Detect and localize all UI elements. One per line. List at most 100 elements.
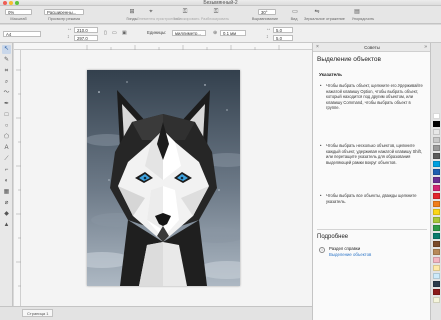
crop-tool-icon[interactable]: ⌗ bbox=[2, 67, 11, 76]
text-tool-icon[interactable]: A bbox=[2, 144, 11, 153]
tip-text: Чтобы выбрать все объекты, дважды щелкни… bbox=[326, 193, 417, 204]
main-toolbar: 0% Расширенны... ⊞ ⌖ ⚿ ⚿ 30° ▭ ⇋ ▤ Масшт… bbox=[0, 6, 441, 24]
polygon-tool-icon[interactable]: ⬠ bbox=[2, 133, 11, 142]
color-swatch[interactable] bbox=[433, 297, 440, 303]
docker-header: × Советы » bbox=[313, 43, 431, 52]
nudge-field[interactable]: 0,1 мм bbox=[220, 30, 246, 36]
pick-tool-icon[interactable]: ↖ bbox=[2, 45, 11, 54]
bullet-icon: • bbox=[320, 83, 322, 88]
color-swatch[interactable] bbox=[433, 161, 440, 167]
shape-tool-icon[interactable]: ✎ bbox=[2, 56, 11, 65]
color-swatch[interactable] bbox=[433, 281, 440, 287]
arrange-icon[interactable]: ▤ bbox=[352, 9, 362, 16]
unlock-icon[interactable]: ⚿ bbox=[211, 9, 221, 16]
scale-label: Масштаб bbox=[10, 17, 27, 21]
smart-fill-tool-icon[interactable]: ▲ bbox=[2, 221, 11, 230]
color-swatch[interactable] bbox=[433, 121, 440, 127]
height-icon: ↕ bbox=[67, 34, 70, 40]
help-title: Раздел справки bbox=[329, 246, 361, 251]
height-field[interactable]: 297,0 bbox=[74, 35, 98, 41]
view-mode-label: Просмотр режима bbox=[48, 17, 80, 21]
color-swatch[interactable] bbox=[433, 249, 440, 255]
color-swatch[interactable] bbox=[433, 289, 440, 295]
snap-label: Элементы пристроенные bbox=[137, 17, 182, 21]
all-pages-icon[interactable]: ▣ bbox=[122, 30, 127, 36]
color-swatch[interactable] bbox=[433, 201, 440, 207]
page-size-combo[interactable]: A4 bbox=[3, 31, 41, 37]
bullet-icon: • bbox=[320, 193, 322, 198]
units-combo[interactable]: миллиметр... bbox=[172, 30, 206, 36]
dup-x-icon: ↔ bbox=[266, 26, 271, 32]
page-tab[interactable]: Страница 1 bbox=[22, 309, 54, 317]
tip-item: • Чтобы выбрать все объекты, дважды щелк… bbox=[319, 193, 423, 204]
color-swatch[interactable] bbox=[433, 113, 440, 119]
husky-artwork[interactable] bbox=[87, 70, 240, 286]
property-bar: A4 ↔ 210,0 ↕ 297,0 ▯ ▭ ▣ Единицы: миллим… bbox=[0, 25, 441, 43]
landscape-icon[interactable]: ▭ bbox=[112, 30, 117, 36]
lock-icon[interactable]: ⚿ bbox=[180, 9, 190, 16]
arrange-label: Упорядочить bbox=[351, 17, 375, 21]
unlock-label: Разблокировать bbox=[200, 17, 230, 21]
help-link[interactable]: Выделение объектов bbox=[329, 252, 371, 257]
blend-tool-icon[interactable]: ◐ bbox=[2, 177, 11, 186]
mirror-label: Зеркальное отражение bbox=[304, 17, 345, 21]
horizontal-ruler[interactable] bbox=[14, 43, 312, 50]
tip-text: Чтобы выбрать объект, щелкните его.Удерж… bbox=[326, 83, 423, 111]
bullet-icon: • bbox=[320, 143, 322, 148]
docker-title: Выделение объектов bbox=[317, 56, 381, 63]
color-swatch[interactable] bbox=[433, 145, 440, 151]
color-swatch[interactable] bbox=[433, 169, 440, 175]
view-label: Вид bbox=[290, 17, 298, 21]
view-mode-combo[interactable]: Расширенны... bbox=[44, 9, 84, 15]
snap-icon[interactable]: ⌖ bbox=[146, 9, 156, 16]
color-palette bbox=[430, 43, 441, 320]
rectangle-tool-icon[interactable]: □ bbox=[2, 111, 11, 120]
parallel-dimension-tool-icon[interactable]: ⟋ bbox=[2, 155, 11, 164]
artistic-media-tool-icon[interactable]: ✒ bbox=[2, 100, 11, 109]
freehand-tool-icon[interactable]: 〜 bbox=[2, 89, 11, 98]
drawing-canvas[interactable] bbox=[21, 50, 312, 306]
docker-menu-icon[interactable]: » bbox=[424, 43, 427, 52]
zoom-combo[interactable]: 0% bbox=[5, 9, 32, 15]
close-icon[interactable]: × bbox=[316, 43, 319, 52]
hints-docker: × Советы » Выделение объектов Указатель … bbox=[312, 43, 431, 320]
view-icon[interactable]: ▭ bbox=[290, 9, 300, 16]
docker-divider bbox=[317, 229, 427, 230]
color-swatch[interactable] bbox=[433, 233, 440, 239]
color-swatch[interactable] bbox=[433, 177, 440, 183]
transparency-tool-icon[interactable]: ▦ bbox=[2, 188, 11, 197]
rotation-label: Выравнивание bbox=[251, 17, 279, 21]
color-swatch[interactable] bbox=[433, 153, 440, 159]
color-swatch[interactable] bbox=[433, 241, 440, 247]
more-title: Подробнее bbox=[317, 234, 349, 240]
lock-label: Заблокировать bbox=[173, 17, 200, 21]
vertical-ruler[interactable] bbox=[14, 50, 21, 306]
tip-subtitle: Указатель bbox=[319, 72, 342, 77]
interactive-fill-tool-icon[interactable]: ◆ bbox=[2, 210, 11, 219]
ellipse-tool-icon[interactable]: ○ bbox=[2, 122, 11, 131]
color-swatch[interactable] bbox=[433, 129, 440, 135]
color-swatch[interactable] bbox=[433, 225, 440, 231]
dup-y-icon: ↕ bbox=[266, 34, 269, 40]
color-swatch[interactable] bbox=[433, 185, 440, 191]
color-swatch[interactable] bbox=[433, 217, 440, 223]
width-field[interactable]: 210,0 bbox=[74, 27, 98, 33]
portrait-icon[interactable]: ▯ bbox=[104, 30, 107, 36]
units-label: Единицы: bbox=[147, 30, 167, 35]
guides-icon[interactable]: ⊞ bbox=[127, 9, 137, 16]
tip-item: • Чтобы выбрать объект, щелкните его.Уде… bbox=[319, 83, 423, 111]
zoom-tool-icon[interactable]: ⌕ bbox=[2, 78, 11, 87]
color-swatch[interactable] bbox=[433, 273, 440, 279]
width-icon: ↔ bbox=[67, 26, 72, 32]
color-swatch[interactable] bbox=[433, 193, 440, 199]
dup-x-field[interactable]: 5,0 bbox=[273, 27, 293, 33]
color-swatch[interactable] bbox=[433, 257, 440, 263]
color-swatch[interactable] bbox=[433, 265, 440, 271]
eyedropper-tool-icon[interactable]: ⌀ bbox=[2, 199, 11, 208]
dup-y-field[interactable]: 5,0 bbox=[273, 35, 293, 41]
angle-combo[interactable]: 30° bbox=[258, 9, 276, 15]
color-swatch[interactable] bbox=[433, 209, 440, 215]
connector-tool-icon[interactable]: ⌐ bbox=[2, 166, 11, 175]
color-swatch[interactable] bbox=[433, 137, 440, 143]
mirror-icon[interactable]: ⇋ bbox=[312, 9, 322, 16]
